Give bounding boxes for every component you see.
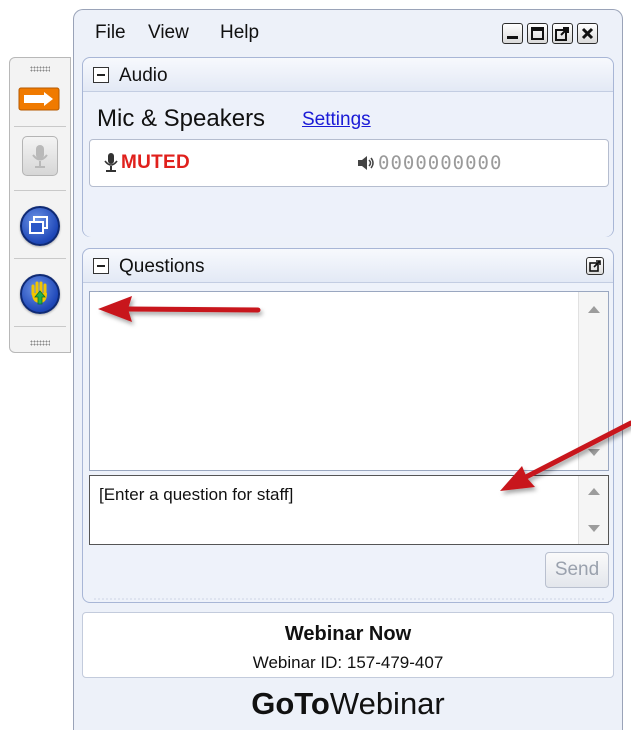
speaker-icon [358, 156, 374, 170]
questions-section-header: Questions [83, 249, 613, 283]
microphone-icon [32, 145, 48, 168]
question-input-scrollbar[interactable] [578, 476, 608, 544]
show-hide-panel-button[interactable] [18, 84, 60, 114]
audio-status-box: MUTED 0000000000 [89, 139, 609, 187]
audio-mode-label: Mic & Speakers [97, 105, 266, 132]
gotowebinar-logo: GoToWebinar [74, 686, 622, 722]
send-button[interactable]: Send [545, 552, 609, 588]
audio-title: Audio [119, 65, 168, 86]
restore-window-icon [29, 216, 48, 234]
control-panel: File View Help Audio Mic & Speakers Sett… [73, 9, 623, 730]
menu-help[interactable]: Help [220, 22, 259, 44]
side-toolbar [9, 57, 71, 353]
menu-bar: File View Help [74, 10, 622, 54]
logo-goto: GoTo [251, 686, 330, 721]
webinar-title: Webinar Now [284, 623, 412, 645]
restore-window-button[interactable] [20, 206, 60, 246]
microphone-icon [104, 153, 118, 172]
section-divider [93, 598, 605, 600]
audio-collapse-button[interactable] [93, 67, 109, 83]
minimize-button[interactable] [502, 23, 523, 44]
minimize-icon [507, 36, 518, 39]
popout-icon [589, 260, 601, 272]
audio-body: Mic & Speakers Settings MUTED 0000000000 [83, 92, 613, 237]
speaker-level-meter: 0000000000 [378, 152, 503, 174]
question-input-placeholder: [Enter a question for staff] [99, 485, 294, 504]
scroll-up-arrow-icon[interactable] [588, 306, 600, 313]
questions-log-scrollbar[interactable] [578, 292, 608, 470]
logo-webinar: Webinar [329, 686, 445, 721]
audio-section-header: Audio [83, 58, 613, 92]
mute-status[interactable]: MUTED [121, 152, 190, 174]
questions-section: Questions [Enter a question for staff] S… [82, 248, 614, 603]
maximize-button[interactable] [527, 23, 548, 44]
menu-view[interactable]: View [148, 22, 189, 44]
scroll-down-arrow-icon[interactable] [588, 525, 600, 532]
questions-title: Questions [119, 256, 205, 277]
questions-log[interactable] [89, 291, 609, 471]
raise-hand-button[interactable] [20, 274, 60, 314]
toolbar-grip-top[interactable] [30, 66, 50, 72]
maximize-icon [531, 27, 544, 40]
toolbar-grip-bottom[interactable] [30, 340, 50, 346]
scroll-down-arrow-icon[interactable] [588, 449, 600, 456]
questions-popout-button[interactable] [586, 257, 604, 275]
close-button[interactable] [577, 23, 598, 44]
webinar-id: Webinar ID: 157-479-407 [252, 653, 444, 672]
webinar-info: Webinar Now Webinar ID: 157-479-407 [82, 612, 614, 678]
popout-icon [555, 27, 569, 41]
scroll-up-arrow-icon[interactable] [588, 488, 600, 495]
orange-arrow-icon [18, 87, 60, 111]
microphone-button[interactable] [22, 136, 58, 176]
questions-collapse-button[interactable] [93, 258, 109, 274]
audio-section: Audio Mic & Speakers Settings MUTED 0000… [82, 57, 614, 237]
audio-settings-link[interactable]: Settings [302, 109, 371, 131]
raise-hand-icon [31, 281, 47, 305]
close-icon [581, 27, 594, 40]
popout-window-button[interactable] [552, 23, 573, 44]
menu-file[interactable]: File [95, 22, 126, 44]
question-input[interactable]: [Enter a question for staff] [89, 475, 609, 545]
